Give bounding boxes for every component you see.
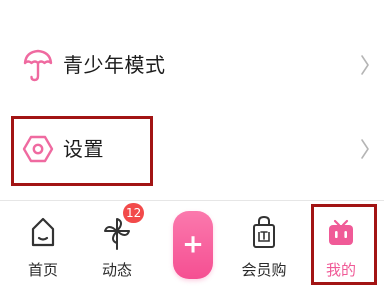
- publish-plus-button[interactable]: +: [173, 211, 213, 279]
- tab-dynamic[interactable]: 12 动态: [81, 201, 153, 288]
- tv-face-icon: [326, 213, 356, 251]
- menu-item-settings[interactable]: 设置: [0, 108, 384, 192]
- tab-member-shop-label: 会员购: [241, 261, 287, 279]
- chevron-right-icon: [360, 54, 370, 76]
- menu-item-youth-mode[interactable]: 青少年模式: [0, 24, 384, 108]
- home-icon: [28, 213, 58, 251]
- tab-mine-label: 我的: [325, 261, 356, 279]
- tab-member-shop[interactable]: 会员购: [228, 201, 300, 288]
- notification-badge: 12: [123, 203, 145, 223]
- tab-home[interactable]: 首页: [7, 201, 79, 288]
- tab-dynamic-label: 动态: [101, 261, 132, 279]
- shopping-bag-icon: [249, 213, 279, 251]
- chevron-right-icon: [360, 138, 370, 160]
- tab-home-label: 首页: [27, 261, 58, 279]
- plus-icon: +: [182, 229, 204, 260]
- youth-mode-label: 青少年模式: [63, 53, 166, 77]
- tab-mine[interactable]: 我的: [305, 201, 377, 288]
- settings-label: 设置: [63, 137, 104, 161]
- bottom-tab-bar: 首页 12 动态 + 会员购 我的: [0, 201, 384, 288]
- hexagon-settings-icon: [22, 132, 54, 166]
- umbrella-icon: [22, 48, 54, 82]
